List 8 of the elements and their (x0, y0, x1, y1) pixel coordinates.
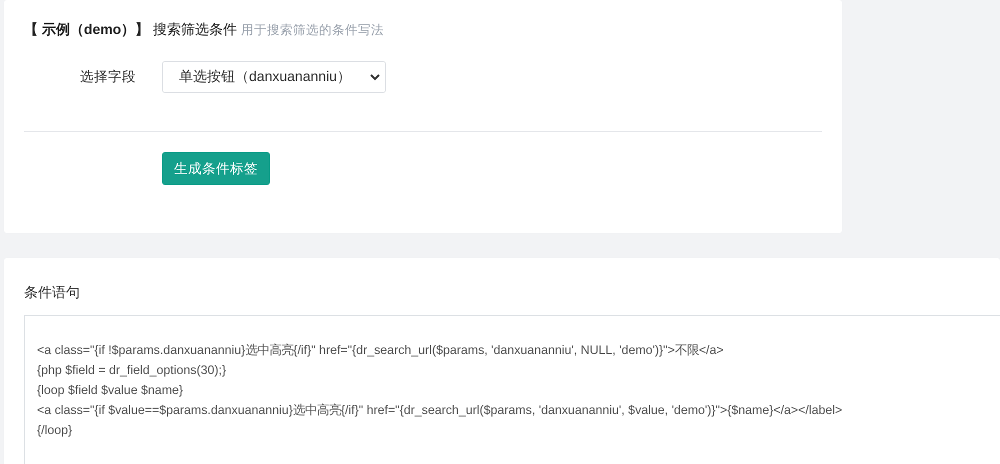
field-select[interactable]: 单选按钮（danxuananniu） (162, 61, 386, 93)
section-title: 搜索筛选条件 (153, 21, 238, 39)
result-label: 条件语句 (24, 284, 81, 302)
example-tag: 【 示例（demo）】 (24, 21, 150, 39)
section-subtitle: 用于搜索筛选的条件写法 (241, 22, 384, 39)
field-label: 选择字段 (79, 68, 136, 86)
code-text: <a class="{if !$params.danxuananniu}选中高亮{/if}" href="{dr_search_url($params, 'danxuananniu', NULL, 'demo')}">不限</a> {php $field = dr_field_options(30);} {loop $field $value $name} <a class="{if $value==$params.danxuananniu}选中高亮{/if}" href="{dr_search_url($params, 'danxuananniu', $value, 'demo')}">{$name}</a></label> {/loop} (37, 342, 842, 439)
chevron-down-icon (370, 74, 380, 80)
